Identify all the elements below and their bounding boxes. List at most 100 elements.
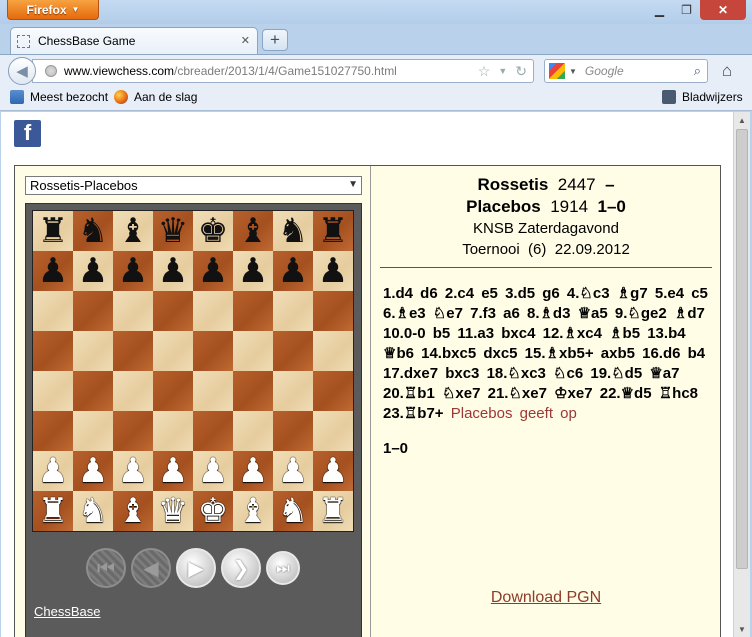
chessbase-link[interactable]: ChessBase bbox=[34, 604, 100, 619]
bookmarks-menu-button[interactable]: Bladwijzers bbox=[662, 90, 743, 104]
chevron-down-icon[interactable]: ▼ bbox=[569, 67, 577, 76]
square-a4[interactable] bbox=[33, 371, 73, 411]
black-piece[interactable]: ♝ bbox=[118, 214, 148, 248]
square-e5[interactable] bbox=[193, 331, 233, 371]
square-e6[interactable] bbox=[193, 291, 233, 331]
square-c2[interactable]: ♟ bbox=[113, 451, 153, 491]
square-g8[interactable]: ♞ bbox=[273, 211, 313, 251]
home-icon[interactable]: ⌂ bbox=[716, 60, 738, 82]
black-piece[interactable]: ♟ bbox=[118, 254, 148, 288]
square-b4[interactable] bbox=[73, 371, 113, 411]
white-piece[interactable]: ♟ bbox=[278, 454, 308, 488]
square-g4[interactable] bbox=[273, 371, 313, 411]
square-a6[interactable] bbox=[33, 291, 73, 331]
url-bar[interactable]: www.viewchess.com/cbreader/2013/1/4/Game… bbox=[32, 59, 534, 83]
white-piece[interactable]: ♜ bbox=[38, 494, 68, 528]
square-g5[interactable] bbox=[273, 331, 313, 371]
square-b6[interactable] bbox=[73, 291, 113, 331]
square-d5[interactable] bbox=[153, 331, 193, 371]
square-d6[interactable] bbox=[153, 291, 193, 331]
end-button[interactable]: ⏭ bbox=[266, 551, 300, 585]
white-piece[interactable]: ♚ bbox=[198, 494, 228, 528]
square-b8[interactable]: ♞ bbox=[73, 211, 113, 251]
square-f8[interactable]: ♝ bbox=[233, 211, 273, 251]
square-a1[interactable]: ♜ bbox=[33, 491, 73, 531]
white-piece[interactable]: ♞ bbox=[78, 494, 108, 528]
white-piece[interactable]: ♟ bbox=[318, 454, 348, 488]
bookmark-most-visited[interactable]: Meest bezocht bbox=[10, 90, 108, 104]
start-button[interactable]: ⏮ bbox=[86, 548, 126, 588]
black-piece[interactable]: ♟ bbox=[318, 254, 348, 288]
chess-board[interactable]: ♜ ♞ ♝ ♛ ♚ ♝ ♞ ♜ ♟ ♟ ♟ ♟ ♟ ♟ ♟ ♟ ♟ ♟ ♟ ♟ ♟ ♟ ♟ ♟ ♜ ♞ ♝ ♛ ♚ ♝ ♞ ♜ bbox=[33, 211, 353, 531]
square-b1[interactable]: ♞ bbox=[73, 491, 113, 531]
play-button[interactable]: ▶ bbox=[176, 548, 216, 588]
black-piece[interactable]: ♜ bbox=[38, 214, 68, 248]
bookmark-star-icon[interactable]: ☆ bbox=[478, 63, 491, 80]
new-tab-button[interactable]: + bbox=[262, 29, 288, 51]
square-c3[interactable] bbox=[113, 411, 153, 451]
square-d3[interactable] bbox=[153, 411, 193, 451]
black-piece[interactable]: ♟ bbox=[198, 254, 228, 288]
square-a2[interactable]: ♟ bbox=[33, 451, 73, 491]
square-f2[interactable]: ♟ bbox=[233, 451, 273, 491]
square-a7[interactable]: ♟ bbox=[33, 251, 73, 291]
square-g1[interactable]: ♞ bbox=[273, 491, 313, 531]
black-piece[interactable]: ♜ bbox=[318, 214, 348, 248]
maximize-icon[interactable]: ❐ bbox=[673, 0, 700, 20]
white-piece[interactable]: ♝ bbox=[118, 494, 148, 528]
square-c8[interactable]: ♝ bbox=[113, 211, 153, 251]
square-d7[interactable]: ♟ bbox=[153, 251, 193, 291]
back-button[interactable]: ◀ bbox=[8, 57, 36, 85]
black-piece[interactable]: ♟ bbox=[158, 254, 188, 288]
square-c5[interactable] bbox=[113, 331, 153, 371]
scroll-up-icon[interactable]: ▲ bbox=[734, 112, 750, 128]
square-d2[interactable]: ♟ bbox=[153, 451, 193, 491]
black-piece[interactable]: ♛ bbox=[158, 214, 188, 248]
square-d8[interactable]: ♛ bbox=[153, 211, 193, 251]
square-h6[interactable] bbox=[313, 291, 353, 331]
square-f7[interactable]: ♟ bbox=[233, 251, 273, 291]
history-dropdown-icon[interactable]: ▼ bbox=[498, 66, 507, 80]
square-f1[interactable]: ♝ bbox=[233, 491, 273, 531]
square-h5[interactable] bbox=[313, 331, 353, 371]
square-c1[interactable]: ♝ bbox=[113, 491, 153, 531]
square-f3[interactable] bbox=[233, 411, 273, 451]
vertical-scrollbar[interactable]: ▲ ▼ bbox=[733, 112, 750, 637]
white-piece[interactable]: ♟ bbox=[158, 454, 188, 488]
white-piece[interactable]: ♟ bbox=[118, 454, 148, 488]
square-h3[interactable] bbox=[313, 411, 353, 451]
reload-icon[interactable]: ↻ bbox=[515, 63, 527, 80]
square-d4[interactable] bbox=[153, 371, 193, 411]
black-piece[interactable]: ♝ bbox=[238, 214, 268, 248]
back-button[interactable]: ◀ bbox=[131, 548, 171, 588]
black-piece[interactable]: ♟ bbox=[278, 254, 308, 288]
square-c7[interactable]: ♟ bbox=[113, 251, 153, 291]
white-piece[interactable]: ♜ bbox=[318, 494, 348, 528]
square-h4[interactable] bbox=[313, 371, 353, 411]
close-window-icon[interactable]: ✕ bbox=[700, 0, 746, 20]
square-c6[interactable] bbox=[113, 291, 153, 331]
tab-chessbase-game[interactable]: ChessBase Game ✕ bbox=[10, 27, 258, 54]
square-f6[interactable] bbox=[233, 291, 273, 331]
square-f5[interactable] bbox=[233, 331, 273, 371]
search-icon[interactable]: ⌕ bbox=[694, 63, 701, 79]
white-piece[interactable]: ♟ bbox=[78, 454, 108, 488]
white-piece[interactable]: ♟ bbox=[238, 454, 268, 488]
scroll-down-icon[interactable]: ▼ bbox=[734, 621, 750, 637]
square-c4[interactable] bbox=[113, 371, 153, 411]
square-e3[interactable] bbox=[193, 411, 233, 451]
bookmark-getting-started[interactable]: Aan de slag bbox=[114, 90, 197, 104]
square-e8[interactable]: ♚ bbox=[193, 211, 233, 251]
download-pgn-link[interactable]: Download PGN bbox=[372, 589, 720, 607]
square-b5[interactable] bbox=[73, 331, 113, 371]
square-f4[interactable] bbox=[233, 371, 273, 411]
black-piece[interactable]: ♞ bbox=[278, 214, 308, 248]
black-piece[interactable]: ♟ bbox=[38, 254, 68, 288]
white-piece[interactable]: ♞ bbox=[278, 494, 308, 528]
square-a5[interactable] bbox=[33, 331, 73, 371]
search-bar[interactable]: ▼ Google ⌕ bbox=[544, 59, 708, 83]
square-e7[interactable]: ♟ bbox=[193, 251, 233, 291]
square-e1[interactable]: ♚ bbox=[193, 491, 233, 531]
forward-button[interactable]: ❯ bbox=[221, 548, 261, 588]
minimize-icon[interactable]: ▁ bbox=[646, 0, 673, 20]
